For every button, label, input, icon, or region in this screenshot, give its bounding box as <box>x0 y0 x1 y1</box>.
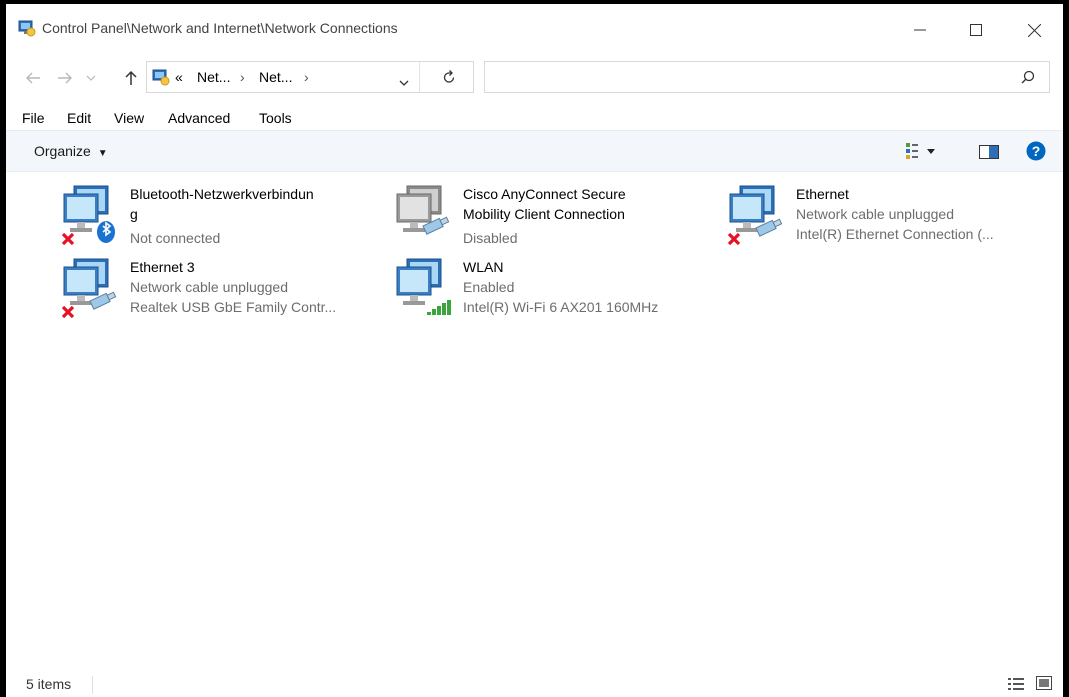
status-bar: 5 items <box>6 671 1063 697</box>
menu-view[interactable]: View <box>114 110 144 126</box>
back-button[interactable] <box>22 64 44 92</box>
window-title: Control Panel\Network and Internet\Netwo… <box>42 20 398 36</box>
bluetooth-network-icon <box>60 184 122 246</box>
connection-status: Network cable unplugged <box>130 279 288 295</box>
breadcrumb-separator-icon[interactable]: › <box>240 69 245 85</box>
forward-button[interactable] <box>54 64 76 92</box>
connection-item[interactable]: Bluetooth-Netzwerkverbindun g Not connec… <box>60 184 380 252</box>
menu-tools[interactable]: Tools <box>259 110 292 126</box>
organize-label: Organize <box>34 143 91 159</box>
connection-item[interactable]: WLAN Enabled Intel(R) Wi-Fi 6 AX201 160M… <box>393 257 713 325</box>
vpn-network-icon <box>393 184 455 246</box>
wifi-network-icon <box>393 257 455 319</box>
ethernet-network-icon <box>60 257 122 319</box>
details-view-icon[interactable] <box>1008 677 1024 694</box>
close-button[interactable] <box>1013 12 1055 48</box>
up-button[interactable] <box>120 64 142 92</box>
address-bar[interactable]: « Net... › Net... › <box>146 61 474 93</box>
connection-name: Bluetooth-Netzwerkverbindun g <box>130 186 314 222</box>
connection-name: Ethernet <box>796 186 849 202</box>
refresh-icon[interactable] <box>442 69 456 88</box>
menu-file[interactable]: File <box>22 110 45 126</box>
change-view-icon[interactable] <box>905 142 935 163</box>
connection-name: WLAN <box>463 259 504 275</box>
minimize-button[interactable] <box>899 12 941 48</box>
address-divider <box>419 62 420 92</box>
chevron-down-icon: ▼ <box>97 148 108 159</box>
breadcrumb-separator-icon[interactable]: › <box>304 69 309 85</box>
connection-status: Disabled <box>463 230 518 246</box>
connection-item[interactable]: Cisco AnyConnect Secure Mobility Client … <box>393 184 713 252</box>
connection-device: Realtek USB GbE Family Contr... <box>130 299 337 315</box>
breadcrumb-item[interactable]: Net... <box>259 69 292 85</box>
connection-status: Network cable unplugged <box>796 206 954 222</box>
connection-name: Ethernet 3 <box>130 259 195 275</box>
connection-name: Cisco AnyConnect Secure Mobility Client … <box>463 186 626 222</box>
control-panel-icon <box>152 68 170 89</box>
help-icon[interactable]: ? <box>1026 141 1046 164</box>
connection-status: Enabled <box>463 279 515 295</box>
recent-locations-chevron-icon[interactable] <box>83 64 99 92</box>
search-input[interactable] <box>484 61 1050 93</box>
menu-advanced[interactable]: Advanced <box>168 110 230 126</box>
breadcrumb-overflow[interactable]: « <box>175 69 183 85</box>
connection-item[interactable]: Ethernet 3 Network cable unplugged Realt… <box>60 257 380 325</box>
ethernet-network-icon <box>726 184 788 246</box>
organize-button[interactable]: Organize ▼ <box>34 143 108 159</box>
menu-edit[interactable]: Edit <box>67 110 91 126</box>
address-dropdown-chevron-icon[interactable] <box>399 73 409 89</box>
large-icons-view-icon[interactable] <box>1036 676 1052 693</box>
breadcrumb-item[interactable]: Net... <box>197 69 230 85</box>
maximize-button[interactable] <box>955 12 997 48</box>
connection-device: Intel(R) Ethernet Connection (... <box>796 226 994 242</box>
connection-item[interactable]: Ethernet Network cable unplugged Intel(R… <box>726 184 1046 252</box>
preview-pane-icon[interactable] <box>979 145 999 162</box>
command-bar: Organize ▼ ? <box>6 130 1063 172</box>
status-divider <box>92 676 93 694</box>
control-panel-icon <box>18 19 36 40</box>
svg-text:?: ? <box>1032 143 1041 159</box>
connection-device: Intel(R) Wi-Fi 6 AX201 160MHz <box>463 299 659 315</box>
network-connections-window: Control Panel\Network and Internet\Netwo… <box>6 4 1063 697</box>
connection-status: Not connected <box>130 230 221 246</box>
title-bar[interactable]: Control Panel\Network and Internet\Netwo… <box>6 4 1063 52</box>
menu-bar: File Edit View Advanced Tools <box>6 106 1063 130</box>
search-icon <box>1021 70 1035 87</box>
items-count: 5 items <box>26 676 72 692</box>
